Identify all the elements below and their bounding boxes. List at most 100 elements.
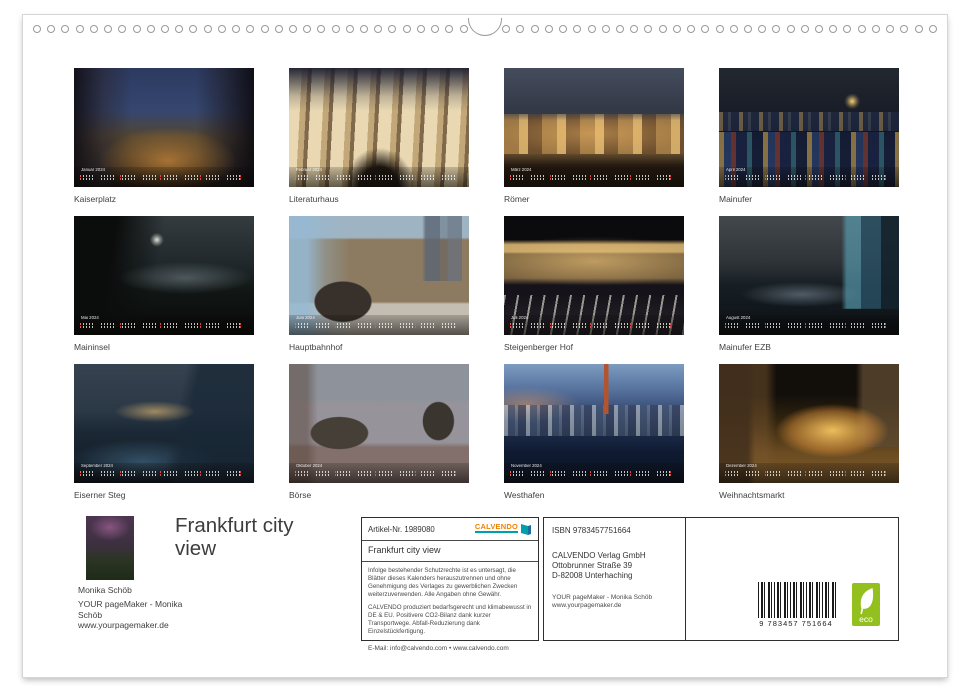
binding-hole xyxy=(289,25,297,33)
photo-eiserner-steg: September 2024 xyxy=(74,364,254,483)
isbn: ISBN 9783457751664 xyxy=(552,526,677,535)
photo-mainufer-ezb: August 2024 xyxy=(719,216,899,335)
binding-hole xyxy=(374,25,382,33)
mini-calendar: August 2024 xyxy=(719,315,899,335)
mini-calendar-month: September 2024 xyxy=(81,464,206,468)
binding-hole xyxy=(687,25,695,33)
binding-hole xyxy=(90,25,98,33)
binding-hole xyxy=(61,25,69,33)
binding-hole xyxy=(403,25,411,33)
cover-thumbnail xyxy=(86,516,134,580)
photo-caption: Mainufer xyxy=(719,194,899,204)
calvendo-wordmark: CALVENDO xyxy=(475,523,518,533)
calendar-preview-page: Januar 2024 Kaiserplatz Februar 2024 Lit… xyxy=(0,0,971,700)
binding-hole xyxy=(716,25,724,33)
mini-calendar-month: Juni 2024 xyxy=(296,316,421,320)
photo-caption: Westhafen xyxy=(504,490,684,500)
month-cell-august: August 2024 Mainufer EZB xyxy=(719,216,899,364)
mini-calendar-month: April 2024 xyxy=(726,168,851,172)
mini-calendar-days xyxy=(80,323,248,325)
binding-hole xyxy=(161,25,169,33)
photo-caption: Maininsel xyxy=(74,342,254,352)
photo-caption: Eiserner Steg xyxy=(74,490,254,500)
photo-mainufer: April 2024 xyxy=(719,68,899,187)
publisher-details: ISBN 9783457751664 CALVENDO Verlag GmbH … xyxy=(544,518,686,640)
mini-calendar-days xyxy=(80,326,248,328)
mini-calendar-days xyxy=(725,323,893,325)
month-cell-march: März 2024 Römer xyxy=(504,68,684,216)
mini-calendar-days xyxy=(725,326,893,328)
mini-calendar-days xyxy=(295,175,463,177)
mini-calendar-days xyxy=(80,175,248,177)
month-cell-october: Oktober 2024 Börse xyxy=(289,364,469,512)
mini-calendar: September 2024 xyxy=(74,463,254,483)
binding-hole xyxy=(516,25,524,33)
binding-hole xyxy=(815,25,823,33)
binding-hole xyxy=(616,25,624,33)
binding-hole xyxy=(772,25,780,33)
binding-hole xyxy=(332,25,340,33)
mini-calendar: Februar 2024 xyxy=(289,167,469,187)
month-cell-july: Juli 2024 Steigenberger Hof xyxy=(504,216,684,364)
mini-calendar-month: August 2024 xyxy=(726,316,851,320)
publisher-city: D-82008 Unterhaching xyxy=(552,571,677,581)
binding-hole xyxy=(744,25,752,33)
publisher-address: CALVENDO Verlag GmbH Ottobrunner Straße … xyxy=(552,551,677,581)
binding-hole xyxy=(47,25,55,33)
photo-caption: Steigenberger Hof xyxy=(504,342,684,352)
photo-caption: Kaiserplatz xyxy=(74,194,254,204)
eco-logo: eco xyxy=(852,583,880,626)
maker-credit: YOUR pageMaker - Monika Schöb www.yourpa… xyxy=(552,594,677,611)
article-info-header: Artikel-Nr. 1989080 CALVENDO xyxy=(362,518,538,541)
binding-hole xyxy=(133,25,141,33)
maker-site: www.yourpagemaker.de xyxy=(78,620,192,630)
calvendo-flag-icon xyxy=(520,523,532,536)
article-number: Artikel-Nr. 1989080 xyxy=(368,525,435,534)
photo-weihnachtsmarkt: Dezember 2024 xyxy=(719,364,899,483)
photo-maininsel: Mai 2024 xyxy=(74,216,254,335)
binding-hole xyxy=(588,25,596,33)
binding-hole xyxy=(915,25,923,33)
mini-calendar-month: März 2024 xyxy=(511,168,636,172)
publisher-street: Ottobrunner Straße 39 xyxy=(552,561,677,571)
binding-hole xyxy=(147,25,155,33)
binding-hole xyxy=(701,25,709,33)
mini-calendar-days xyxy=(510,175,678,177)
binding-hole xyxy=(829,25,837,33)
month-thumbnail-grid: Januar 2024 Kaiserplatz Februar 2024 Lit… xyxy=(74,68,899,512)
month-cell-february: Februar 2024 Literaturhaus xyxy=(289,68,469,216)
binding-hole xyxy=(261,25,269,33)
photo-roemer: März 2024 xyxy=(504,68,684,187)
binding-hole xyxy=(460,25,468,33)
month-cell-april: April 2024 Mainufer xyxy=(719,68,899,216)
mini-calendar-month: Oktober 2024 xyxy=(296,464,421,468)
legal-copyright: Infolge bestehender Schutzrechte ist es … xyxy=(368,567,532,599)
month-cell-may: Mai 2024 Maininsel xyxy=(74,216,254,364)
binding-hole xyxy=(900,25,908,33)
mini-calendar: Januar 2024 xyxy=(74,167,254,187)
mini-calendar-month: Dezember 2024 xyxy=(726,464,851,468)
month-cell-june: Juni 2024 Hauptbahnhof xyxy=(289,216,469,364)
article-info-box: Artikel-Nr. 1989080 CALVENDO Frankfurt c… xyxy=(361,517,539,641)
mini-calendar: April 2024 xyxy=(719,167,899,187)
mini-calendar-days xyxy=(295,178,463,180)
mini-calendar-days xyxy=(510,178,678,180)
binding-hole xyxy=(431,25,439,33)
binding-hole xyxy=(189,25,197,33)
binding-hole xyxy=(573,25,581,33)
mini-calendar-days xyxy=(80,178,248,180)
binding-hole xyxy=(445,25,453,33)
binding-hole xyxy=(303,25,311,33)
publisher-box: ISBN 9783457751664 CALVENDO Verlag GmbH … xyxy=(543,517,899,641)
mini-calendar-days xyxy=(510,323,678,325)
photo-caption: Römer xyxy=(504,194,684,204)
binding-hole xyxy=(929,25,937,33)
mini-calendar-days xyxy=(725,175,893,177)
barcode-panel: 9 783457 751664 eco xyxy=(686,518,898,640)
month-cell-september: September 2024 Eiserner Steg xyxy=(74,364,254,512)
mini-calendar: März 2024 xyxy=(504,167,684,187)
binding-hole xyxy=(118,25,126,33)
mini-calendar-days xyxy=(510,326,678,328)
binding-hole xyxy=(317,25,325,33)
binding-hole xyxy=(104,25,112,33)
